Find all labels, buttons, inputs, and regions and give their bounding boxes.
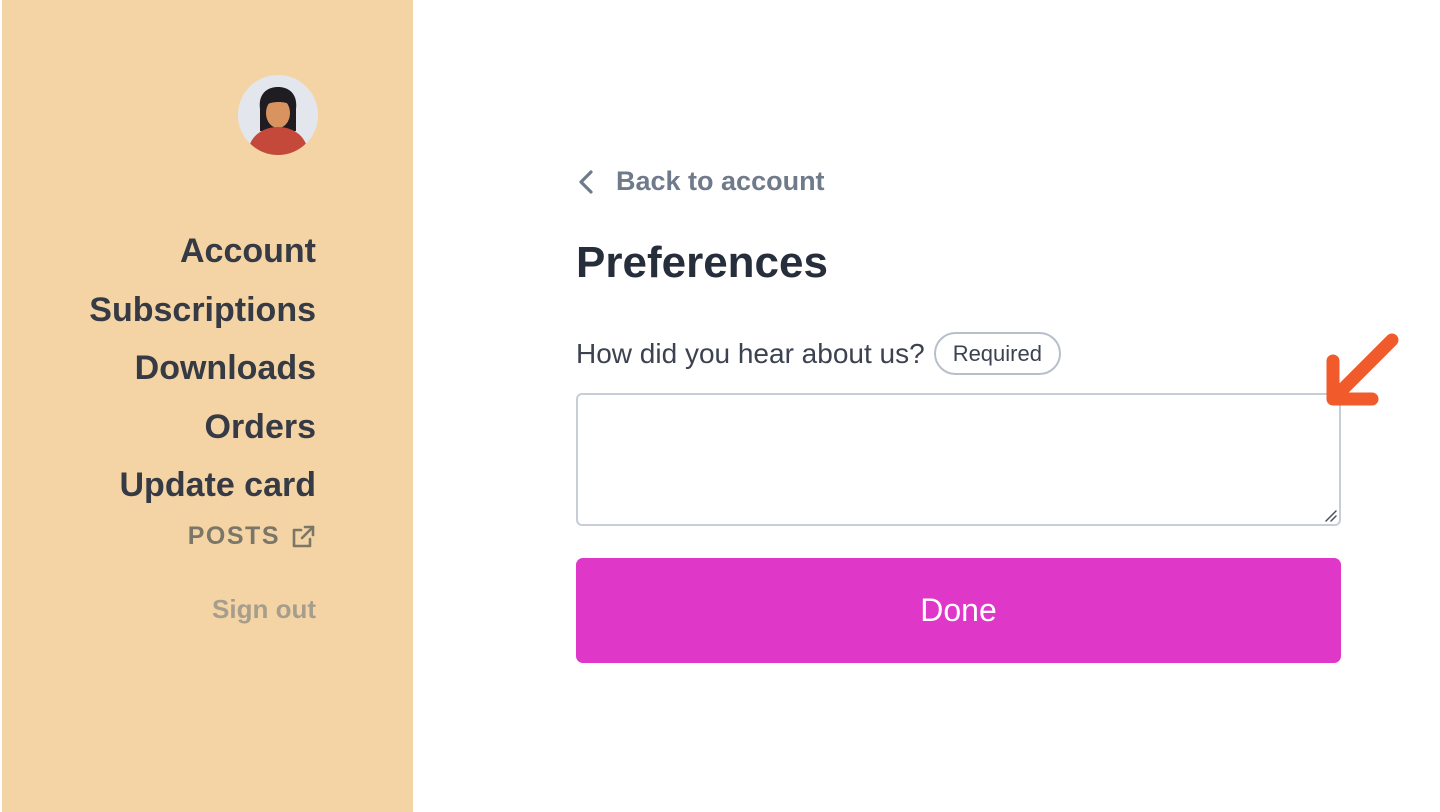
chevron-left-icon [576, 168, 598, 196]
sidebar-item-downloads[interactable]: Downloads [89, 339, 316, 398]
page-title: Preferences [576, 238, 828, 287]
sign-out-link[interactable]: Sign out [212, 594, 316, 625]
back-to-account-link[interactable]: Back to account [576, 166, 825, 197]
sidebar-item-posts[interactable]: POSTS [188, 522, 316, 551]
sidebar-item-update-card[interactable]: Update card [89, 456, 317, 515]
resize-handle-icon[interactable] [1323, 508, 1337, 522]
sidebar-item-orders[interactable]: Orders [89, 398, 317, 457]
app-window: Account Subscriptions Downloads Orders U… [0, 0, 1440, 812]
sidebar-item-account[interactable]: Account [89, 222, 316, 281]
back-link-label: Back to account [616, 166, 825, 196]
sidebar-nav: Account Subscriptions Downloads Orders U… [89, 222, 316, 515]
field-label-row: How did you hear about us? Required [576, 332, 1061, 375]
done-button[interactable]: Done [576, 558, 1341, 663]
avatar[interactable] [238, 75, 318, 155]
sidebar: Account Subscriptions Downloads Orders U… [0, 0, 413, 812]
required-badge: Required [933, 332, 1061, 375]
textarea-wrapper [576, 393, 1341, 526]
field-label: How did you hear about us? [576, 337, 925, 369]
user-avatar-icon [238, 75, 318, 155]
sidebar-item-subscriptions[interactable]: Subscriptions [89, 281, 316, 340]
sidebar-item-posts-label: POSTS [187, 522, 280, 550]
arrow-down-left-icon [1322, 330, 1402, 410]
external-link-icon [290, 524, 316, 550]
hear-about-us-textarea[interactable] [576, 393, 1341, 526]
main-content: Back to account Preferences How did you … [576, 0, 1341, 812]
